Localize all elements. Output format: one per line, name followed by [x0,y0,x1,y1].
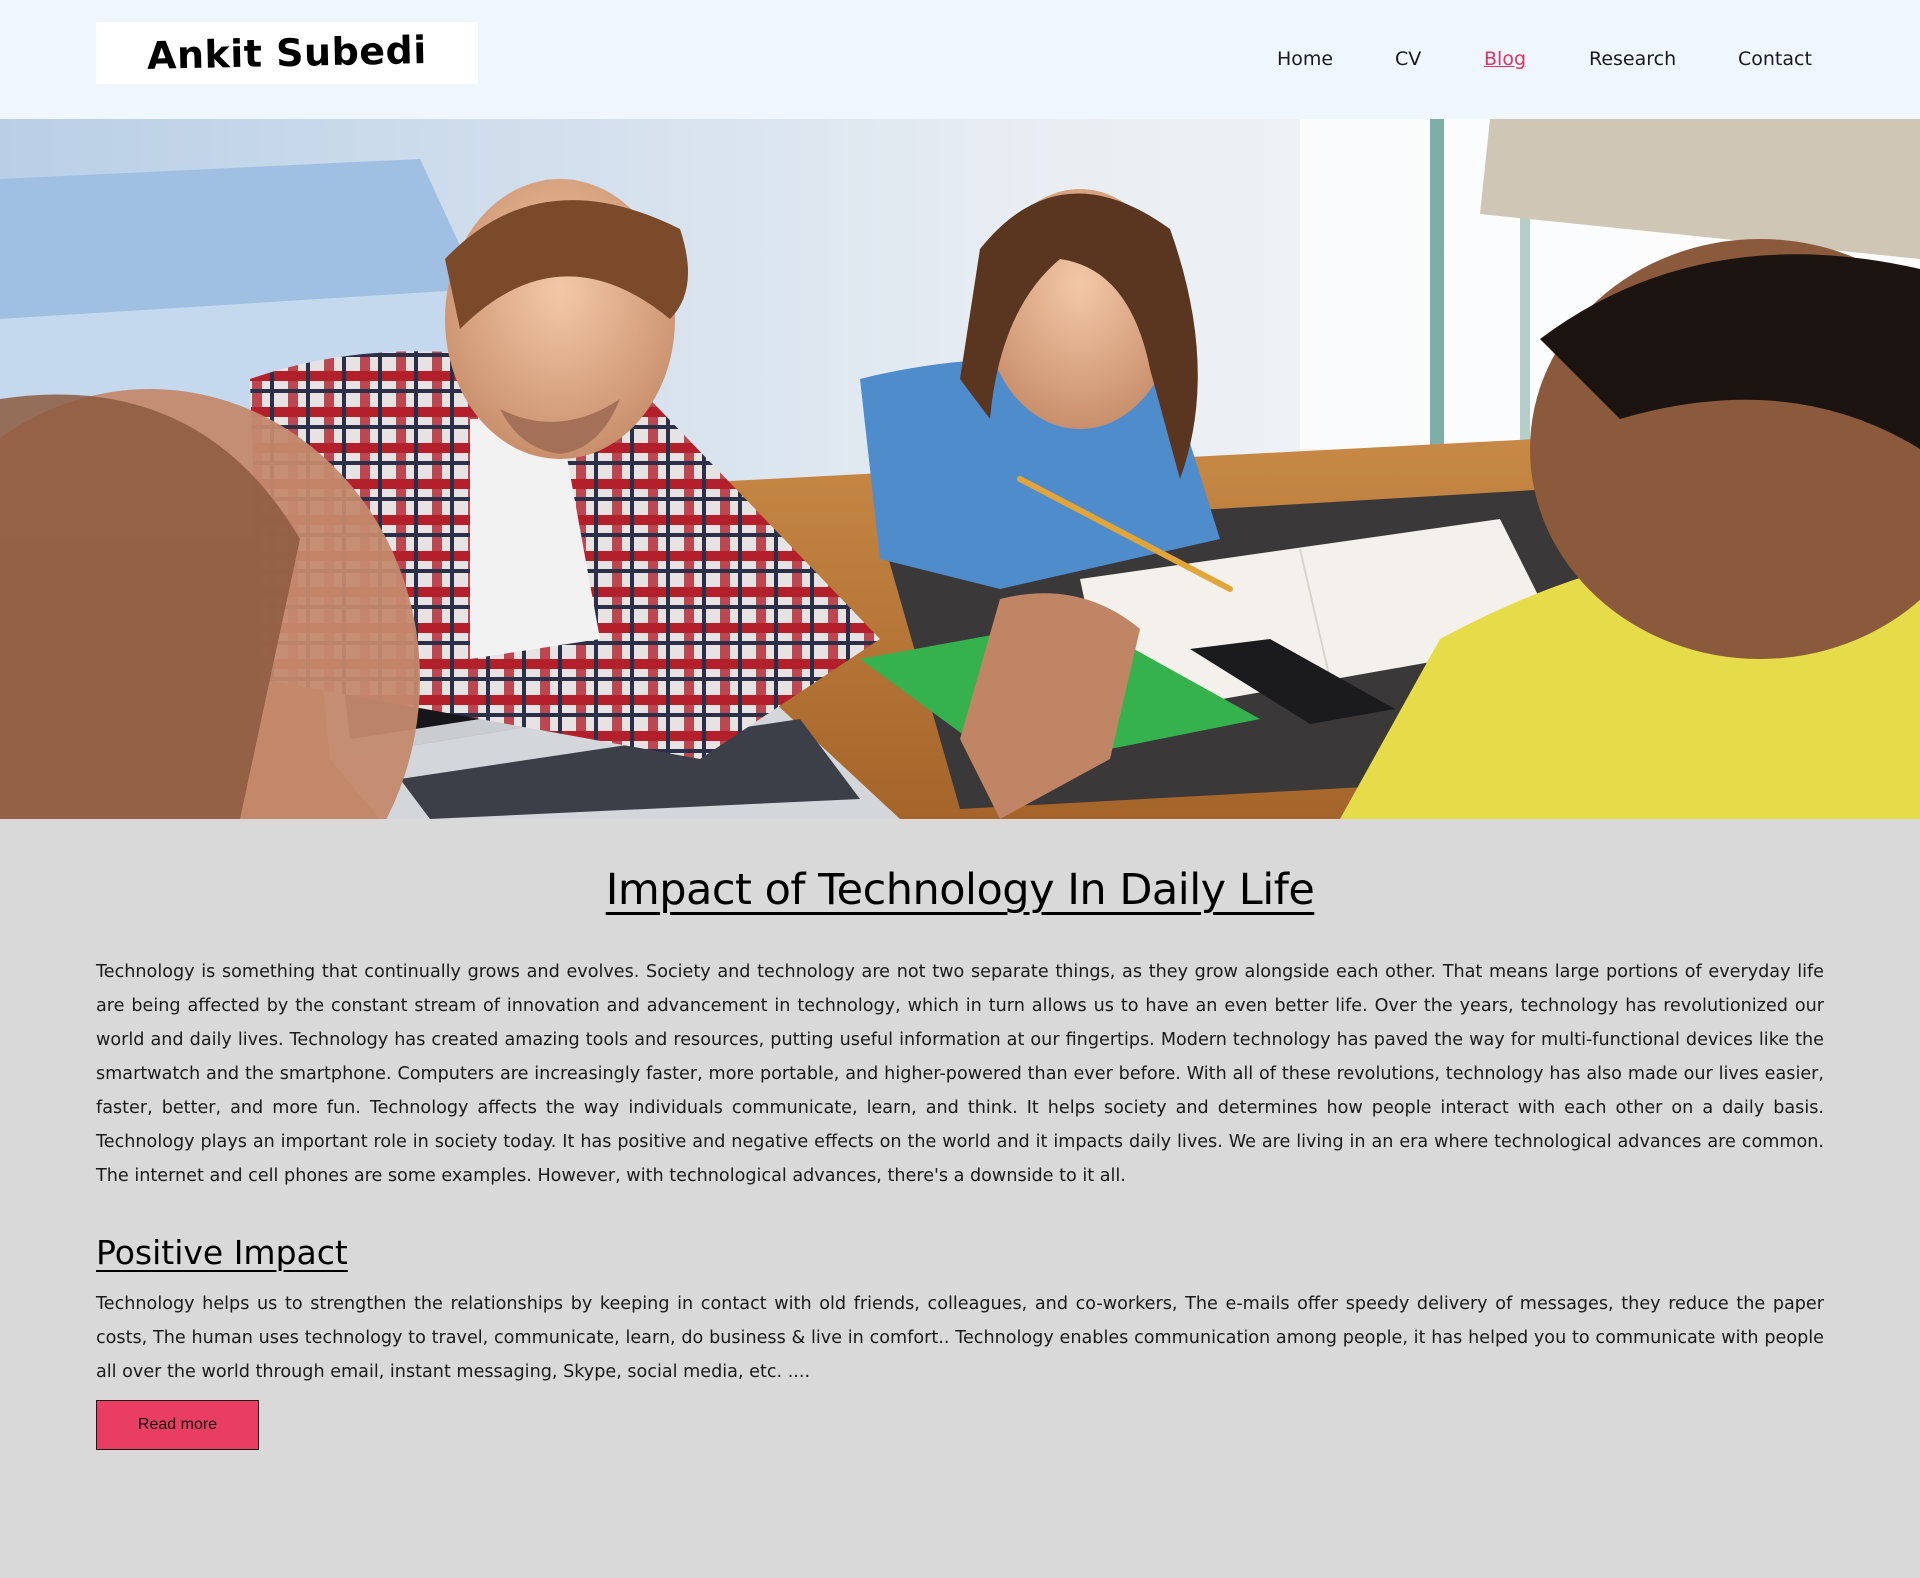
section-text-positive-impact: Technology helps us to strengthen the re… [96,1294,1824,1382]
hero-illustration [0,119,1920,819]
site-header: Ankit Subedi Home CV Blog Research Conta… [0,0,1920,119]
post-intro: Technology is something that continually… [96,962,1824,1186]
blog-post: Impact of Technology In Daily Life Techn… [0,819,1920,1578]
post-title: Impact of Technology In Daily Life [605,865,1315,915]
nav-item-home[interactable]: Home [1277,48,1333,70]
nav-item-research[interactable]: Research [1589,48,1676,70]
main-nav: Home CV Blog Research Contact [0,48,1920,72]
section-heading-positive-impact: Positive Impact [96,1233,348,1272]
hero-image [0,119,1920,819]
read-more-button[interactable]: Read more [96,1400,259,1450]
nav-item-contact[interactable]: Contact [1738,48,1812,70]
nav-item-cv[interactable]: CV [1395,48,1421,70]
nav-item-blog[interactable]: Blog [1484,48,1526,70]
